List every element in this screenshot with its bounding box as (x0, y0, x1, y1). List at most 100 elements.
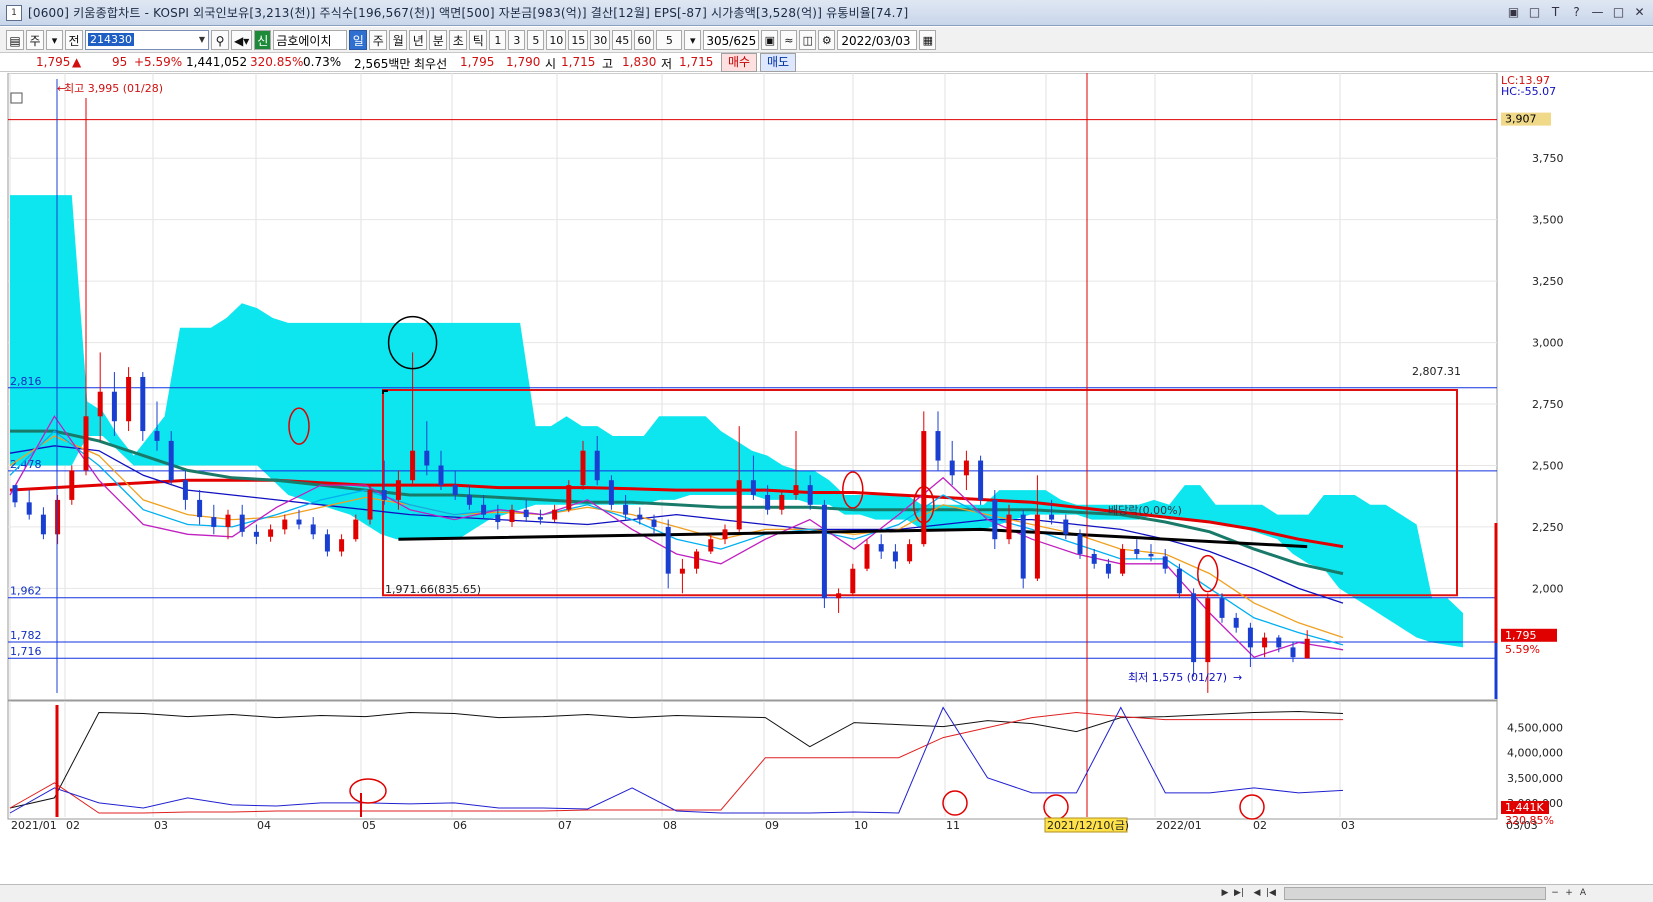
candle-body (1205, 598, 1211, 663)
interval-45[interactable]: 45 (612, 29, 633, 50)
interval-10[interactable]: 10 (546, 29, 567, 50)
calendar-icon[interactable]: ▦ (919, 29, 937, 50)
text-icon[interactable]: T (1546, 3, 1565, 21)
tab-month[interactable]: 월 (389, 29, 408, 50)
interval-1[interactable]: 1 (489, 29, 507, 50)
level-label: 1,782 (10, 629, 42, 642)
chart-type-icon[interactable]: ≈ (780, 29, 798, 50)
chart-menu-icon[interactable]: ▤ (6, 29, 24, 50)
chart-toolbar: ▤ 주 ▾ 전 214330 ▼ ⚲ ◀▾ 신 금호에이치 일 주 월 년 분 초… (0, 27, 1653, 53)
buy-button[interactable]: 매수 (721, 53, 757, 72)
interval-5[interactable]: 5 (527, 29, 545, 50)
horizontal-scrollbar[interactable]: ▶ ▶| ◀ |◀ − + A (0, 884, 1653, 902)
candle-body (1105, 563, 1111, 574)
candle-body (665, 526, 671, 574)
high-annotation: 최고 3,995 (01/28) (64, 82, 163, 95)
tab-minute[interactable]: 분 (429, 29, 448, 50)
best-quote-label: 최우선 (414, 57, 448, 71)
volume-pane (7, 700, 1498, 820)
candle-body (651, 519, 657, 527)
title-bar: 1 [0600] 키움종합차트 - KOSPI 외국인보유[3,213(천)] … (0, 0, 1653, 26)
chart-area[interactable]: 2,816 2,478 1,962 1,782 1,716 최고 3,995 (01/2… (0, 72, 1653, 901)
candle-body (623, 504, 629, 515)
scroll-end-icon[interactable]: ▶| (1232, 886, 1246, 900)
candle-body (694, 551, 700, 569)
time-tick-label: 06 (453, 819, 467, 832)
tab-year[interactable]: 년 (409, 29, 428, 50)
time-tick-label: 2021/01 (11, 819, 57, 832)
date-field[interactable]: 2022/03/03 (837, 29, 918, 50)
candle-body (410, 450, 416, 481)
minimize-icon[interactable]: — (1588, 3, 1607, 21)
close-icon[interactable]: ✕ (1630, 3, 1649, 21)
restore-icon[interactable]: □ (1525, 3, 1544, 21)
period-selector[interactable]: 주 (26, 29, 44, 50)
candle-body (566, 485, 572, 510)
candle-body (182, 480, 188, 500)
interval-30[interactable]: 30 (590, 29, 611, 50)
candle-body (481, 504, 487, 515)
candle-body (935, 431, 941, 461)
interval-3[interactable]: 3 (508, 29, 526, 50)
candle-body (1290, 647, 1296, 658)
zoom-out-icon[interactable]: − (1548, 886, 1562, 900)
help-icon[interactable]: ? (1567, 3, 1586, 21)
tab-week[interactable]: 주 (369, 29, 388, 50)
current-price: 1,795 (36, 55, 71, 69)
candle-body (850, 568, 856, 594)
candle-body (140, 376, 146, 432)
candle-body (55, 499, 61, 535)
level-label: 1,962 (10, 585, 42, 598)
time-tick-label: 02 (66, 819, 80, 832)
data-count-field[interactable]: 305/625 (703, 29, 760, 50)
candle-body (949, 460, 955, 476)
speaker-icon[interactable]: ◀▾ (231, 29, 253, 50)
font-size-icon[interactable]: A (1576, 886, 1590, 900)
candle-body (1049, 514, 1055, 520)
chevron-down-icon[interactable]: ▼ (196, 35, 208, 44)
indicator-icon[interactable]: ▣ (761, 29, 779, 50)
candle-body (892, 551, 898, 562)
stock-code-input[interactable]: 214330 ▼ (85, 29, 209, 50)
save-icon[interactable]: ◫ (799, 29, 817, 50)
ask-price: 1,795 (460, 55, 495, 69)
candle-body (126, 376, 132, 422)
hc-label: HC:-55.07 (1501, 85, 1556, 98)
scroll-left-icon[interactable]: ◀ (1250, 886, 1264, 900)
tab-second[interactable]: 초 (449, 29, 468, 50)
price-tick-label: 2,000 (1532, 582, 1564, 595)
stock-chart[interactable]: 2,8162,4781,9621,7821,716 최고 3,995 (01/2… (0, 72, 1653, 884)
candle-body (637, 514, 643, 520)
sell-button[interactable]: 매도 (760, 53, 796, 72)
candle-body (310, 524, 316, 535)
price-tick-label: 2,500 (1532, 459, 1564, 472)
zoom-in-icon[interactable]: + (1562, 886, 1576, 900)
stock-name-field[interactable]: 금호에이치 (273, 29, 348, 50)
chevron-down-icon[interactable]: ▾ (684, 29, 702, 50)
chevron-down-icon[interactable]: ▾ (46, 29, 63, 50)
maximize-icon[interactable]: □ (1609, 3, 1628, 21)
scroll-start-icon[interactable]: |◀ (1264, 886, 1278, 900)
price-change: 95 (112, 55, 128, 69)
time-tick-label: 09 (765, 819, 779, 832)
interval-input[interactable]: 5 (656, 29, 683, 50)
scroll-thumb[interactable] (1284, 887, 1546, 900)
candle-body (821, 504, 827, 599)
gear-icon[interactable]: ⚙ (818, 29, 836, 50)
layout-icon[interactable]: ▣ (1504, 3, 1523, 21)
candle-body (438, 465, 444, 486)
app-icon: 1 (6, 4, 22, 21)
candle-body (779, 494, 785, 510)
candle-body (424, 450, 430, 466)
tab-tick[interactable]: 틱 (469, 29, 488, 50)
search-icon[interactable]: ⚲ (211, 29, 229, 50)
interval-60[interactable]: 60 (634, 29, 655, 50)
jeon-button[interactable]: 전 (65, 29, 83, 50)
scroll-right-icon[interactable]: ▶ (1218, 886, 1232, 900)
tab-day[interactable]: 일 (349, 29, 368, 50)
candle-body (1262, 637, 1268, 648)
candle-body (296, 519, 302, 525)
interval-15[interactable]: 15 (568, 29, 589, 50)
low-label: 저 (661, 57, 673, 71)
candle-body (1247, 627, 1253, 648)
